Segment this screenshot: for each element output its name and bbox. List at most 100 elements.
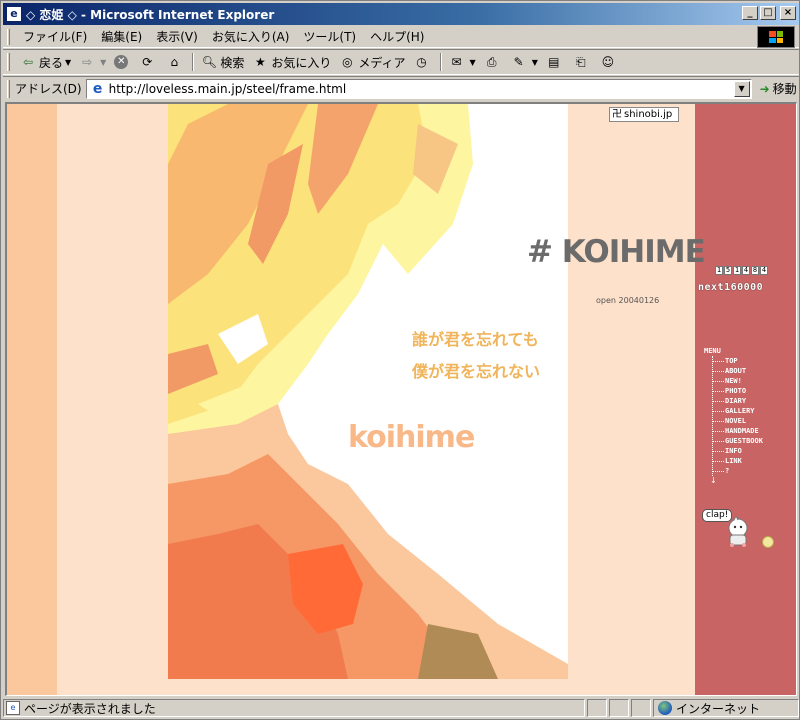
- clap-character-icon[interactable]: [725, 514, 751, 551]
- access-counter: 1 5 1 4 8 4: [715, 266, 768, 275]
- toolbar-separator: [439, 53, 442, 71]
- open-date: open 20040126: [596, 296, 660, 305]
- shinobi-banner[interactable]: 卍 shinobi.jp: [609, 107, 679, 122]
- print-button[interactable]: ⎙: [480, 52, 507, 72]
- menu-favorites[interactable]: お気に入り(A): [205, 26, 297, 47]
- refresh-icon: ⟳: [142, 55, 153, 69]
- discuss-button[interactable]: ▤: [542, 52, 569, 72]
- research-icon: ⎗: [576, 55, 586, 69]
- go-button[interactable]: ➜ 移動: [760, 80, 797, 97]
- counter-digit: 8: [751, 266, 759, 275]
- back-label: 戻る: [39, 55, 64, 70]
- status-bar: e ページが表示されました インターネット: [3, 697, 799, 719]
- menu-item-new[interactable]: NEW!: [713, 376, 763, 386]
- mail-dropdown-icon[interactable]: ▼: [470, 58, 476, 67]
- edit-icon: ✎: [513, 55, 524, 69]
- next-counter-goal: next160000: [698, 282, 764, 293]
- shinobi-icon: 卍: [612, 109, 622, 120]
- menu-item-photo[interactable]: PHOTO: [713, 386, 763, 396]
- counter-digit: 4: [742, 266, 750, 275]
- site-menu: TOP ABOUT NEW! PHOTO DIARY GALLERY NOVEL…: [712, 356, 763, 476]
- go-arrow-icon: ➜: [759, 81, 770, 96]
- menu-item-info[interactable]: INFO: [713, 446, 763, 456]
- menu-item-about[interactable]: ABOUT: [713, 366, 763, 376]
- shinobi-label: shinobi.jp: [624, 109, 673, 120]
- edit-button[interactable]: ✎ ▼: [507, 52, 542, 72]
- ie-page-icon: e: [92, 80, 103, 97]
- mail-button[interactable]: ✉ ▼: [445, 52, 480, 72]
- page-viewport[interactable]: 卍 shinobi.jp # KOIHIME open 20040126 誰が君…: [5, 102, 797, 696]
- favorites-label: お気に入り: [271, 55, 332, 70]
- menu-item-secret[interactable]: ?: [713, 466, 763, 476]
- research-button[interactable]: ⎗: [569, 52, 596, 72]
- status-message: e ページが表示されました: [3, 699, 585, 717]
- menu-item-diary[interactable]: DIARY: [713, 396, 763, 406]
- stop-button[interactable]: ✕: [110, 53, 135, 71]
- web-page: 卍 shinobi.jp # KOIHIME open 20040126 誰が君…: [7, 104, 796, 695]
- menu-item-top[interactable]: TOP: [713, 356, 763, 366]
- maximize-button[interactable]: □: [760, 6, 776, 20]
- forward-dropdown-icon[interactable]: ▼: [100, 58, 106, 67]
- addressbar-grip[interactable]: [7, 79, 10, 98]
- mail-icon: ✉: [451, 55, 462, 69]
- menu-item-handmade[interactable]: HANDMADE: [713, 426, 763, 436]
- security-zone[interactable]: インターネット: [653, 699, 799, 717]
- forward-arrow-icon: ⇨: [82, 55, 93, 69]
- address-label: アドレス(D): [15, 82, 82, 96]
- media-icon: ◎: [342, 55, 353, 69]
- toolbar-grip[interactable]: [7, 53, 10, 71]
- menu-file[interactable]: ファイル(F): [16, 26, 94, 47]
- globe-icon: [658, 701, 672, 715]
- refresh-button[interactable]: ⟳: [135, 52, 162, 72]
- menu-item-guestbook[interactable]: GUESTBOOK: [713, 436, 763, 446]
- print-icon: ⎙: [486, 55, 497, 69]
- back-arrow-icon: ⇦: [22, 55, 34, 69]
- menubar-grip[interactable]: [7, 28, 10, 45]
- menu-help[interactable]: ヘルプ(H): [363, 26, 431, 47]
- browser-window: e ◇ 恋姫 ◇ - Microsoft Internet Explorer _…: [0, 0, 800, 720]
- menu-item-link[interactable]: LINK: [713, 456, 763, 466]
- messenger-button[interactable]: ☺: [596, 52, 623, 72]
- windows-logo-icon: [757, 26, 795, 48]
- back-dropdown-icon[interactable]: ▼: [65, 58, 71, 67]
- menu-view[interactable]: 表示(V): [149, 26, 205, 47]
- history-icon: ◷: [416, 55, 427, 69]
- window-title: ◇ 恋姫 ◇ - Microsoft Internet Explorer: [26, 7, 275, 22]
- media-button[interactable]: ◎ メディア: [335, 52, 409, 73]
- search-button[interactable]: 🔍︎ 検索: [197, 52, 248, 73]
- back-button[interactable]: ⇦ 戻る ▼: [16, 52, 75, 73]
- home-icon: ⌂: [170, 55, 179, 69]
- menu-tools[interactable]: ツール(T): [296, 26, 363, 47]
- status-cell: [631, 699, 651, 717]
- minimize-button[interactable]: _: [742, 6, 758, 20]
- status-text: ページが表示されました: [24, 701, 156, 716]
- counter-digit: 4: [760, 266, 768, 275]
- document-icon: ▤: [548, 55, 560, 69]
- address-url[interactable]: http://loveless.main.jp/steel/frame.html: [109, 82, 347, 96]
- stop-icon: ✕: [114, 55, 129, 69]
- history-button[interactable]: ◷: [410, 52, 437, 72]
- home-button[interactable]: ⌂: [162, 52, 189, 72]
- forward-button[interactable]: ⇨ ▼: [75, 52, 110, 72]
- address-input[interactable]: e http://loveless.main.jp/steel/frame.ht…: [85, 78, 752, 99]
- go-label: 移動: [772, 82, 797, 96]
- left-stripe: [7, 104, 57, 695]
- hero-illustration: [168, 104, 568, 679]
- koihime-logo[interactable]: koihime: [348, 420, 475, 455]
- close-button[interactable]: ×: [780, 6, 796, 20]
- edit-dropdown-icon[interactable]: ▼: [532, 58, 538, 67]
- menu-item-novel[interactable]: NOVEL: [713, 416, 763, 426]
- favorites-icon: ★: [254, 55, 266, 69]
- standard-toolbar: ⇦ 戻る ▼ ⇨ ▼ ✕ ⟳ ⌂ 🔍︎ 検索 ★ お気に入り ◎ メディア ◷ …: [3, 49, 799, 75]
- address-dropdown-icon[interactable]: ▼: [733, 80, 750, 97]
- menu-end-arrow-icon: ↓: [710, 476, 717, 485]
- counter-digit: 5: [724, 266, 732, 275]
- poem-line-1: 誰が君を忘れても: [412, 330, 539, 349]
- search-icon: 🔍︎: [201, 55, 217, 69]
- messenger-icon: ☺: [601, 55, 615, 69]
- favorites-button[interactable]: ★ お気に入り: [248, 52, 335, 73]
- media-label: メディア: [358, 55, 406, 70]
- menu-item-gallery[interactable]: GALLERY: [713, 406, 763, 416]
- menu-edit[interactable]: 編集(E): [94, 26, 149, 47]
- smiley-icon: [762, 536, 774, 548]
